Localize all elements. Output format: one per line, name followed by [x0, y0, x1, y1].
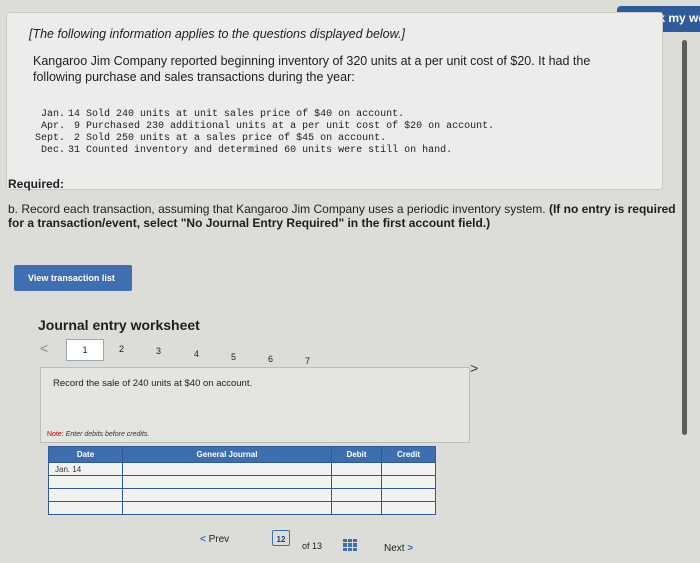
prev-button[interactable]: < Prev [200, 534, 229, 545]
worksheet-title: Journal entry worksheet [38, 317, 200, 333]
step-tab-6[interactable]: 6 [268, 354, 273, 364]
chevron-left-icon[interactable]: < [40, 340, 48, 356]
date-cell[interactable] [48, 501, 123, 515]
transaction-list: Jan. 14 Sold 240 units at unit sales pri… [35, 109, 498, 157]
debit-cell[interactable] [331, 475, 382, 489]
task-box: Record the sale of 240 units at $40 on a… [40, 367, 470, 443]
view-transaction-list-button[interactable]: View transaction list [14, 265, 132, 291]
note-label: Note: [47, 431, 64, 438]
info-panel: [The following information applies to th… [6, 12, 663, 190]
journal-row: Jan. 14 [48, 462, 436, 476]
journal-row [48, 488, 436, 502]
debit-cell[interactable] [331, 501, 382, 515]
problem-intro: Kangaroo Jim Company reported beginning … [33, 54, 591, 84]
chevron-right-icon: > [407, 543, 414, 554]
credit-cell[interactable] [381, 462, 436, 476]
debit-column-header: Debit [331, 446, 382, 463]
transaction-row: Dec. 31 Counted inventory and determined… [41, 145, 453, 156]
account-cell[interactable] [122, 488, 332, 502]
task-description: Record the sale of 240 units at $40 on a… [53, 378, 253, 389]
step-tab-1[interactable]: 1 [66, 339, 104, 361]
chevron-right-icon[interactable]: > [470, 360, 478, 376]
step-tab-3[interactable]: 3 [156, 346, 161, 356]
journal-row [48, 475, 436, 489]
credit-cell[interactable] [381, 475, 436, 489]
journal-table: Date General Journal Debit Credit Jan. 1… [48, 446, 436, 515]
step-tab-7[interactable]: 7 [305, 356, 310, 366]
prev-label: Prev [208, 534, 230, 545]
next-button[interactable]: Next > [384, 543, 413, 554]
credit-cell[interactable] [381, 488, 436, 502]
question-text: b. Record each transaction, assuming tha… [8, 202, 680, 230]
chevron-left-icon: < [200, 534, 206, 545]
journal-row [48, 501, 436, 515]
note-text: Enter debits before credits. [65, 431, 150, 438]
date-column-header: Date [48, 446, 123, 463]
page-total: of 13 [302, 541, 323, 551]
credit-column-header: Credit [381, 446, 436, 463]
transaction-row: Apr. 9 Purchased 230 additional units at… [41, 121, 495, 132]
required-heading: Required: [8, 177, 65, 191]
date-cell[interactable] [48, 475, 123, 489]
page-number-icon[interactable]: 12 [272, 530, 290, 546]
account-cell[interactable] [122, 475, 332, 489]
journal-header-row: Date General Journal Debit Credit [48, 446, 436, 463]
account-cell[interactable] [122, 501, 332, 515]
general-journal-column-header: General Journal [122, 446, 332, 463]
next-label: Next [384, 543, 405, 554]
date-cell[interactable] [48, 488, 123, 502]
step-tab-5[interactable]: 5 [231, 352, 236, 362]
grid-icon[interactable] [343, 539, 357, 551]
transaction-row: Jan. 14 Sold 240 units at unit sales pri… [41, 109, 405, 120]
info-note: [The following information applies to th… [29, 27, 405, 41]
debit-cell[interactable] [331, 462, 382, 476]
credit-cell[interactable] [381, 501, 436, 515]
step-tab-2[interactable]: 2 [119, 344, 124, 354]
transaction-row: Sept. 2 Sold 250 units at a sales price … [35, 133, 387, 144]
account-cell[interactable] [122, 462, 332, 476]
worksheet-note: Note: Enter debits before credits. [47, 431, 149, 438]
date-cell[interactable]: Jan. 14 [48, 462, 123, 476]
step-tab-4[interactable]: 4 [194, 349, 199, 359]
question-main: b. Record each transaction, assuming tha… [8, 202, 546, 216]
scrollbar[interactable] [682, 40, 687, 435]
debit-cell[interactable] [331, 488, 382, 502]
